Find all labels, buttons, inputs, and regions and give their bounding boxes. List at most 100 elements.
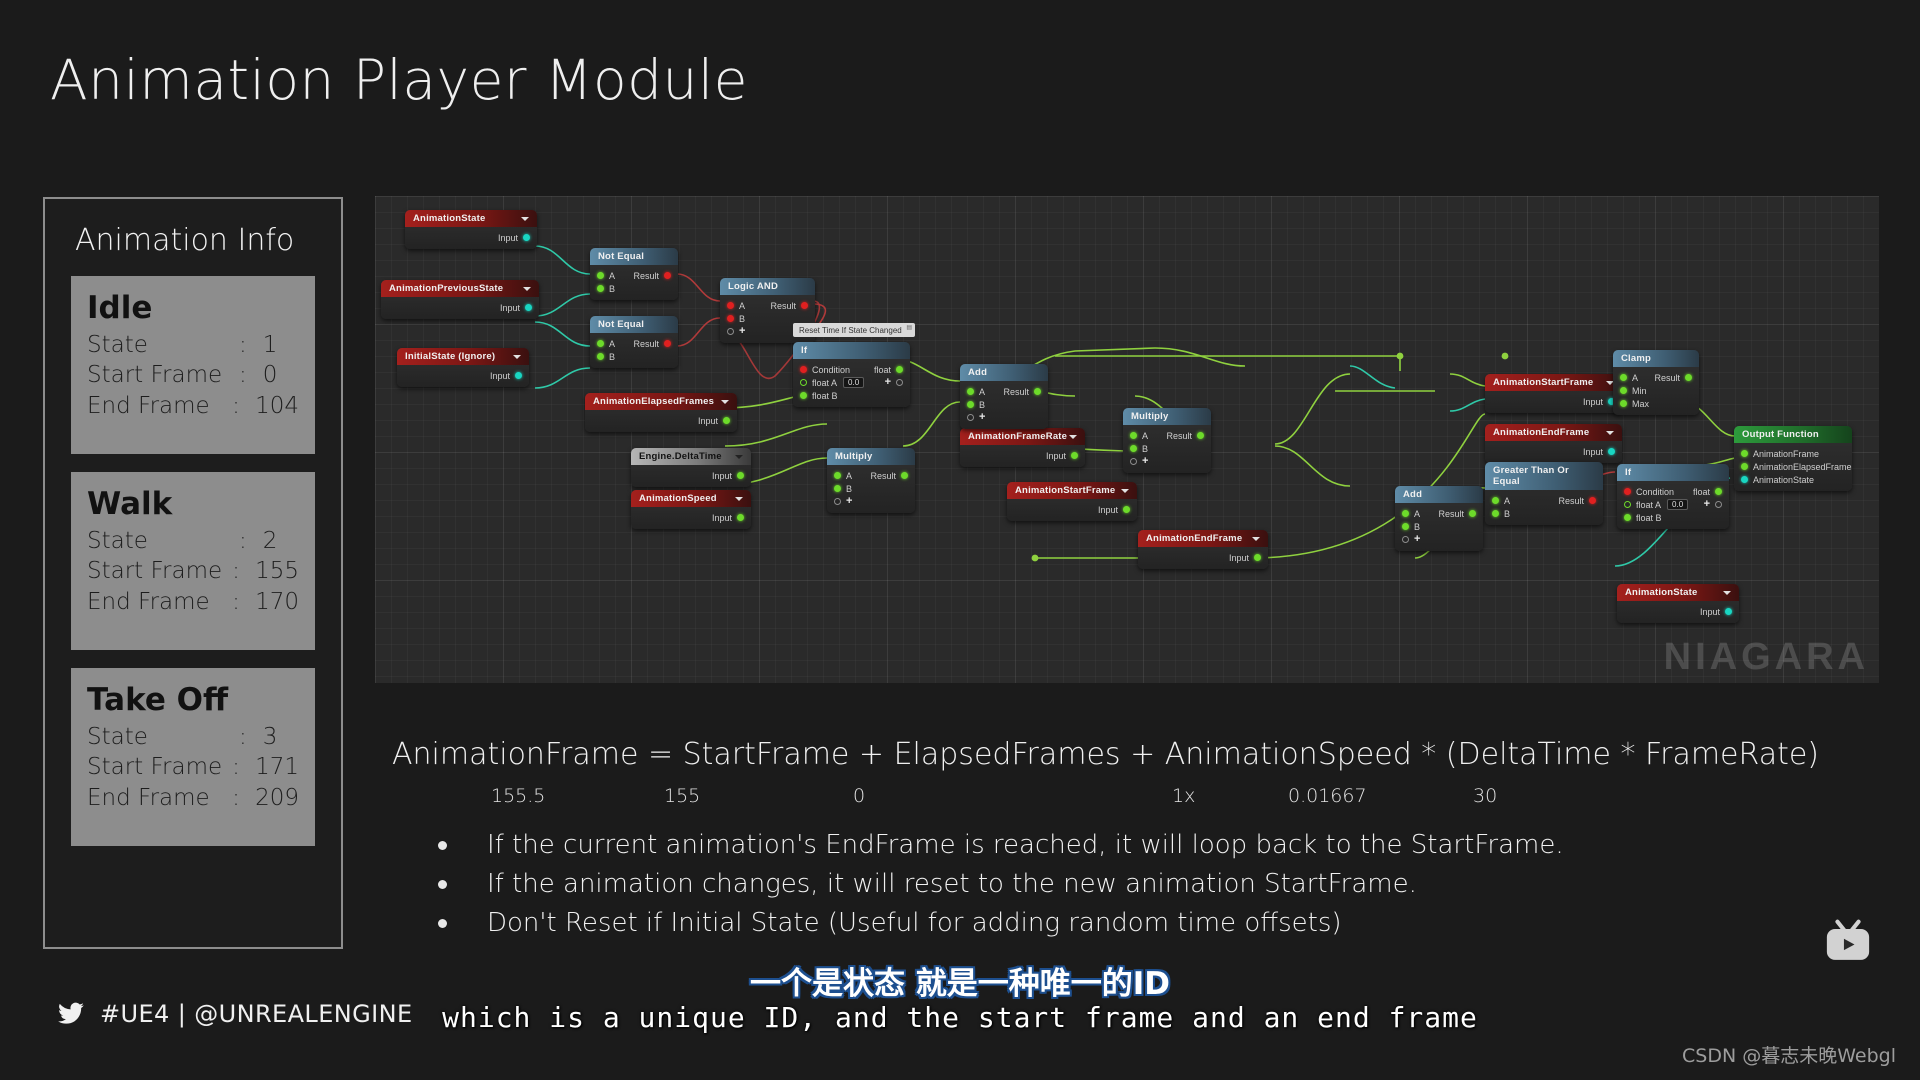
pin-row[interactable]: A Result (1402, 507, 1476, 520)
pin-row[interactable]: B (1492, 507, 1596, 520)
pin-dot[interactable] (597, 340, 604, 347)
pin-dot[interactable] (1402, 523, 1409, 530)
pin-row[interactable]: Condition float (1624, 485, 1722, 498)
pin-dot[interactable] (967, 388, 974, 395)
pin-dot[interactable] (597, 272, 604, 279)
pin-dot[interactable] (1685, 374, 1692, 381)
pin-dot[interactable] (1608, 448, 1615, 455)
pin-row[interactable]: B (1402, 520, 1476, 533)
pin-dot[interactable] (834, 472, 841, 479)
add-pin-icon[interactable]: + (885, 377, 891, 388)
node-animation-end-frame-1[interactable]: AnimationEndFrame Input (1138, 530, 1268, 569)
pin-dot[interactable] (1071, 452, 1078, 459)
pin-dot[interactable] (515, 372, 522, 379)
chevron-down-icon[interactable] (1252, 537, 1260, 541)
pin-row[interactable]: Input (638, 511, 744, 524)
add-pin-icon[interactable]: + (1704, 499, 1710, 510)
pin-row-add[interactable]: + (967, 411, 1041, 424)
pin-row[interactable]: Input (638, 469, 744, 482)
pin-row[interactable]: A Result (597, 269, 671, 282)
node-animation-end-frame-2[interactable]: AnimationEndFrame Input (1485, 424, 1622, 463)
pin-dot[interactable] (727, 302, 734, 309)
pin-dot[interactable] (727, 315, 734, 322)
pin-row[interactable]: A Result (727, 299, 808, 312)
pin-dot[interactable] (737, 472, 744, 479)
node-clamp[interactable]: Clamp A Result Min Max (1613, 350, 1699, 415)
node-multiply-2[interactable]: Multiply A Result B + (1123, 408, 1211, 473)
node-animation-speed[interactable]: AnimationSpeed Input (631, 490, 751, 529)
pin-dot[interactable] (1624, 501, 1631, 508)
pin-row[interactable]: A Result (1492, 494, 1596, 507)
pin-dot[interactable] (1469, 510, 1476, 517)
node-animation-elapsed-frames[interactable]: AnimationElapsedFrames Input (585, 393, 737, 432)
pin-dot[interactable] (597, 285, 604, 292)
pin-row[interactable]: A Result (597, 337, 671, 350)
node-animation-start-frame-1[interactable]: AnimationStartFrame Input (1007, 482, 1137, 521)
pin-dot[interactable] (1254, 554, 1261, 561)
pin-dot[interactable] (1624, 514, 1631, 521)
pin-row[interactable]: A Result (834, 469, 908, 482)
node-output-function[interactable]: Output Function AnimationFrame Animation… (1734, 426, 1852, 491)
niagara-node-graph[interactable]: AnimationState Input Not Equal A Result (375, 196, 1879, 683)
float-a-value-field[interactable]: 0.0 (1667, 499, 1688, 510)
node-initial-state-ignore[interactable]: InitialState (Ignore) Input (397, 348, 529, 387)
chevron-down-icon[interactable] (1069, 435, 1077, 439)
pin-row[interactable]: Condition float (800, 363, 903, 376)
pin-dot[interactable] (834, 498, 841, 505)
add-pin-icon[interactable]: + (1414, 534, 1420, 545)
pin-dot[interactable] (1130, 458, 1137, 465)
pin-dot[interactable] (1741, 450, 1748, 457)
pin-dot[interactable] (1130, 432, 1137, 439)
pin-row[interactable]: Input (1624, 605, 1732, 618)
node-add-2[interactable]: Add A Result B + (1395, 486, 1483, 551)
pin-dot[interactable] (1715, 501, 1722, 508)
node-greater-than-or-equal[interactable]: Greater Than Or Equal A Result B (1485, 462, 1603, 525)
pin-dot[interactable] (1492, 510, 1499, 517)
pin-row[interactable]: AnimationFrame (1741, 447, 1845, 460)
video-player-icon[interactable] (1822, 919, 1874, 965)
pin-dot[interactable] (737, 514, 744, 521)
pin-row[interactable]: Input (1014, 503, 1130, 516)
pin-dot[interactable] (1034, 388, 1041, 395)
pin-dot[interactable] (1624, 488, 1631, 495)
pin-row-add[interactable]: + (1402, 533, 1476, 546)
node-engine-delta-time[interactable]: Engine.DeltaTime Input (631, 448, 751, 487)
pin-row[interactable]: Input (388, 301, 532, 314)
pin-dot[interactable] (1741, 476, 1748, 483)
pin-row[interactable]: Input (1492, 395, 1615, 408)
pin-row[interactable]: Max (1620, 397, 1692, 410)
add-pin-icon[interactable]: + (979, 412, 985, 423)
pin-row[interactable]: Min (1620, 384, 1692, 397)
pin-dot[interactable] (1197, 432, 1204, 439)
node-if-1[interactable]: If Condition float float A 0.0 + float B (793, 342, 910, 407)
pin-dot[interactable] (896, 366, 903, 373)
pin-dot[interactable] (1402, 510, 1409, 517)
pin-dot[interactable] (896, 379, 903, 386)
chevron-down-icon[interactable] (513, 355, 521, 359)
pin-row[interactable]: B (834, 482, 908, 495)
pin-dot[interactable] (664, 272, 671, 279)
pin-dot[interactable] (1741, 463, 1748, 470)
node-animation-state-2[interactable]: AnimationState Input (1617, 584, 1739, 623)
pin-dot[interactable] (525, 304, 532, 311)
pin-row[interactable]: B (597, 350, 671, 363)
pin-row[interactable]: A Result (1620, 371, 1692, 384)
pin-dot[interactable] (1492, 497, 1499, 504)
node-animation-frame-rate[interactable]: AnimationFrameRate Input (960, 428, 1085, 467)
comment-resize-icon[interactable]: ▤ (906, 325, 912, 331)
pin-row[interactable]: float A 0.0 + (1624, 498, 1722, 511)
pin-dot[interactable] (1620, 387, 1627, 394)
graph-comment-box[interactable]: Reset Time If State Changed ▤ (793, 323, 915, 337)
pin-row[interactable]: Input (1145, 551, 1261, 564)
pin-row[interactable]: B (967, 398, 1041, 411)
pin-row[interactable]: Input (412, 231, 530, 244)
pin-dot[interactable] (1123, 506, 1130, 513)
node-not-equal-1[interactable]: Not Equal A Result B (590, 248, 678, 300)
node-add-1[interactable]: Add A Result B + (960, 364, 1048, 429)
chevron-down-icon[interactable] (721, 400, 729, 404)
pin-dot[interactable] (1402, 536, 1409, 543)
chevron-down-icon[interactable] (521, 217, 529, 221)
pin-row[interactable]: A Result (1130, 429, 1204, 442)
chevron-down-icon[interactable] (523, 287, 531, 291)
add-pin-icon[interactable]: + (1142, 456, 1148, 467)
